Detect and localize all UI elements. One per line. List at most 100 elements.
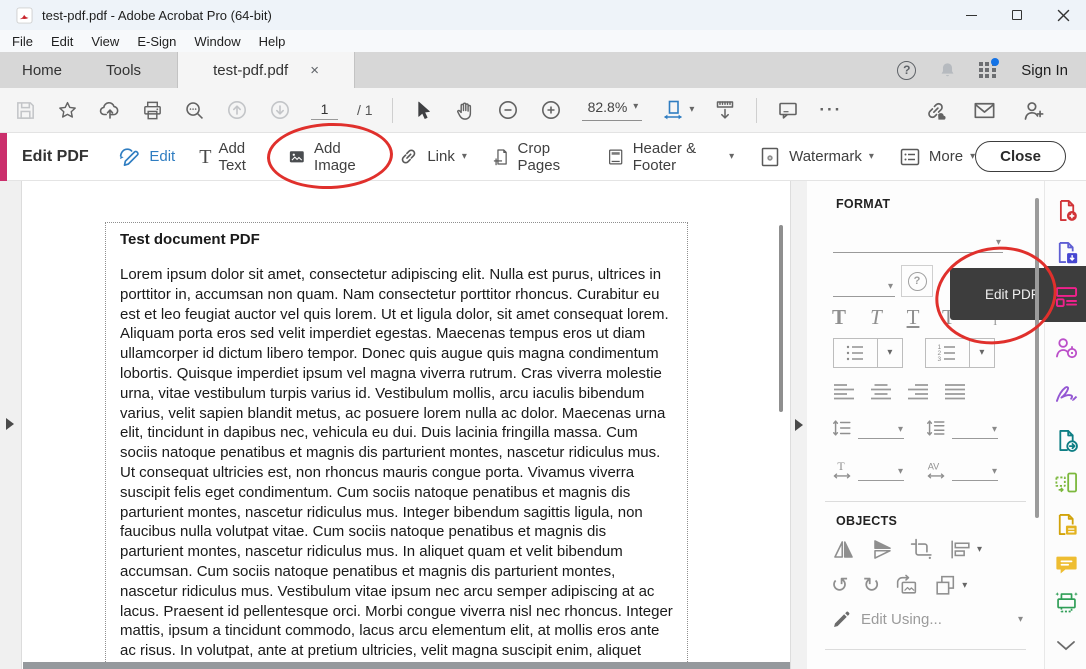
share-with-people-button[interactable] xyxy=(1021,98,1046,123)
document-text-block[interactable]: Test document PDF Lorem ipsum dolor sit … xyxy=(105,222,688,662)
fit-width-button[interactable]: ▾ xyxy=(661,98,694,122)
rotate-clockwise-button[interactable]: ↻ xyxy=(863,575,881,596)
tab-document[interactable]: test-pdf.pdf × xyxy=(177,52,355,88)
fill-and-sign-tool[interactable] xyxy=(1045,377,1086,407)
export-pdf-tool[interactable] xyxy=(1045,237,1086,267)
watermark-button[interactable]: Watermark ▾ xyxy=(758,145,874,169)
rotate-counterclockwise-button[interactable]: ↺ xyxy=(831,575,849,596)
tooltip-label: Edit PDF xyxy=(950,287,1039,302)
line-spacing-input[interactable]: ▾ xyxy=(858,419,904,439)
tab-bar: Home Tools test-pdf.pdf × ? Sign In xyxy=(0,52,1086,88)
align-objects-dropdown[interactable]: ▾ xyxy=(948,537,982,562)
tab-tools[interactable]: Tools xyxy=(84,52,163,88)
link-share-icon xyxy=(923,98,948,123)
expand-right-panel-icon[interactable] xyxy=(795,419,803,431)
align-left-button[interactable] xyxy=(833,383,855,401)
scrolling-mode-button[interactable] xyxy=(713,98,737,122)
close-window-button[interactable] xyxy=(1040,0,1086,30)
align-justify-button[interactable] xyxy=(944,383,966,401)
create-pdf-tool[interactable] xyxy=(1045,195,1086,225)
person-add-icon xyxy=(1021,98,1046,123)
menu-file[interactable]: File xyxy=(10,34,35,49)
numbered-list-dropdown[interactable]: ▾ xyxy=(969,339,994,367)
underline-button[interactable]: T xyxy=(905,307,921,328)
edit-pdf-tool-selected[interactable] xyxy=(1045,281,1086,311)
page-number-input[interactable]: 1 xyxy=(311,101,338,120)
zoom-level-dropdown[interactable]: 82.8% ▾ xyxy=(582,99,643,121)
select-tool-button[interactable] xyxy=(412,99,435,122)
combine-files-tool[interactable] xyxy=(1045,509,1086,539)
crop-pages-button[interactable]: Crop Pages xyxy=(491,140,582,174)
format-help-button[interactable]: ? xyxy=(901,265,933,297)
line-spacing-icon xyxy=(831,417,853,439)
align-center-button[interactable] xyxy=(870,383,892,401)
italic-button[interactable]: T xyxy=(868,307,884,328)
request-signatures-tool[interactable] xyxy=(1045,332,1086,362)
document-tab-label: test-pdf.pdf xyxy=(213,62,288,79)
organize-pages-tool[interactable] xyxy=(1045,467,1086,497)
send-for-review-tool[interactable] xyxy=(1045,425,1086,455)
arrange-objects-dropdown[interactable]: ▾ xyxy=(933,573,967,598)
apps-grid-icon[interactable] xyxy=(979,62,996,79)
send-email-button[interactable] xyxy=(972,98,997,123)
link-tool-button[interactable]: Link ▾ xyxy=(397,145,467,168)
more-tools-ellipsis-icon[interactable]: ··· xyxy=(819,100,842,120)
zoom-out-button[interactable] xyxy=(496,98,520,122)
more-tools-button[interactable]: More ▾ xyxy=(898,145,975,169)
minimize-button[interactable] xyxy=(948,0,994,30)
share-upload-button[interactable] xyxy=(98,98,122,122)
add-text-button[interactable]: T Add Text xyxy=(199,140,263,174)
chevron-down-icon: ▾ xyxy=(729,152,734,162)
flip-horizontal-button[interactable] xyxy=(831,537,856,562)
notifications-bell-icon[interactable] xyxy=(937,60,958,81)
sign-in-button[interactable]: Sign In xyxy=(1021,62,1068,79)
bold-button[interactable]: T xyxy=(831,307,847,328)
favorite-star-button[interactable] xyxy=(56,99,79,122)
numbered-list-control[interactable]: 1 2 3 ▾ xyxy=(925,338,995,368)
numbered-list-icon: 1 2 3 xyxy=(926,339,969,367)
header-footer-button[interactable]: Header & Footer ▾ xyxy=(606,140,734,174)
replace-image-button[interactable] xyxy=(894,573,919,598)
character-spacing-input[interactable]: ▾ xyxy=(952,461,998,481)
horizontal-scale-input[interactable]: ▾ xyxy=(858,461,904,481)
edit-tool-button[interactable]: Edit xyxy=(117,144,175,169)
header-footer-icon xyxy=(606,145,625,169)
create-pdf-icon xyxy=(1053,197,1080,224)
panel-scrollbar[interactable] xyxy=(1035,198,1039,518)
comment-button[interactable] xyxy=(776,98,800,122)
more-rail-tools-button[interactable] xyxy=(1045,631,1086,661)
menu-help[interactable]: Help xyxy=(257,34,288,49)
menu-view[interactable]: View xyxy=(89,34,121,49)
document-scrollbar[interactable] xyxy=(779,225,783,412)
zoom-in-button[interactable] xyxy=(539,98,563,122)
font-size-dropdown[interactable]: ▾ xyxy=(833,275,895,297)
previous-page-button[interactable] xyxy=(225,98,249,122)
font-family-dropdown[interactable]: ▾ xyxy=(833,231,1003,253)
edit-pencil-icon xyxy=(117,144,142,169)
edit-using-dropdown[interactable]: Edit Using... ▾ xyxy=(831,609,1023,630)
expand-left-pane-icon[interactable] xyxy=(6,418,14,430)
align-right-button[interactable] xyxy=(907,383,929,401)
bulleted-list-control[interactable]: ▾ xyxy=(833,338,903,368)
menu-edit[interactable]: Edit xyxy=(49,34,75,49)
get-link-button[interactable] xyxy=(923,98,948,123)
tab-home[interactable]: Home xyxy=(0,52,84,88)
scan-ocr-tool[interactable] xyxy=(1045,587,1086,617)
add-image-button[interactable]: Add Image xyxy=(287,140,373,174)
help-icon[interactable]: ? xyxy=(897,61,916,80)
next-page-button[interactable] xyxy=(268,98,292,122)
close-edit-pdf-button[interactable]: Close xyxy=(975,141,1066,172)
tab-close-icon[interactable]: × xyxy=(310,63,319,78)
crop-object-button[interactable] xyxy=(909,537,934,562)
hand-tool-button[interactable] xyxy=(454,99,477,122)
save-button[interactable] xyxy=(14,99,37,122)
search-button[interactable] xyxy=(183,99,206,122)
maximize-button[interactable] xyxy=(994,0,1040,30)
paragraph-spacing-input[interactable]: ▾ xyxy=(952,419,998,439)
comment-tool[interactable] xyxy=(1045,549,1086,579)
flip-vertical-button[interactable] xyxy=(870,537,895,562)
print-button[interactable] xyxy=(141,99,164,122)
bulleted-list-dropdown[interactable]: ▾ xyxy=(877,339,902,367)
menu-esign[interactable]: E-Sign xyxy=(135,34,178,49)
menu-window[interactable]: Window xyxy=(192,34,242,49)
